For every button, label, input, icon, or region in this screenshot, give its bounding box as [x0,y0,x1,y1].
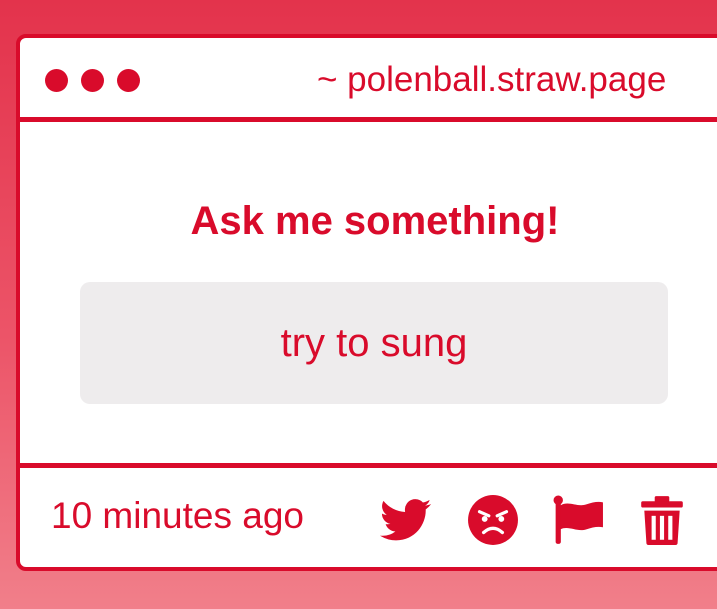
window-dot-3[interactable] [117,69,140,92]
twitter-icon [380,499,432,541]
question-card: Ask me something! try to sung [20,122,717,463]
answer-text: try to sung [280,321,468,365]
page-title: Ask me something! [190,199,560,243]
flag-button[interactable] [552,494,604,546]
report-angry-button[interactable] [467,494,519,546]
flag-icon [553,495,603,544]
delete-button[interactable] [636,494,688,546]
window-dot-2[interactable] [81,69,104,92]
angry-face-icon [468,495,518,545]
card-footer: 10 minutes ago [20,463,717,567]
browser-window: ~ polenball.straw.page Ask me something!… [16,34,717,571]
page-url: ~ polenball.straw.page [317,60,667,99]
window-dot-1[interactable] [45,69,68,92]
timestamp: 10 minutes ago [51,495,305,536]
twitter-share-button[interactable] [380,494,432,546]
trash-icon [641,496,683,545]
answer-box: try to sung [80,282,668,404]
window-titlebar: ~ polenball.straw.page [20,38,717,122]
